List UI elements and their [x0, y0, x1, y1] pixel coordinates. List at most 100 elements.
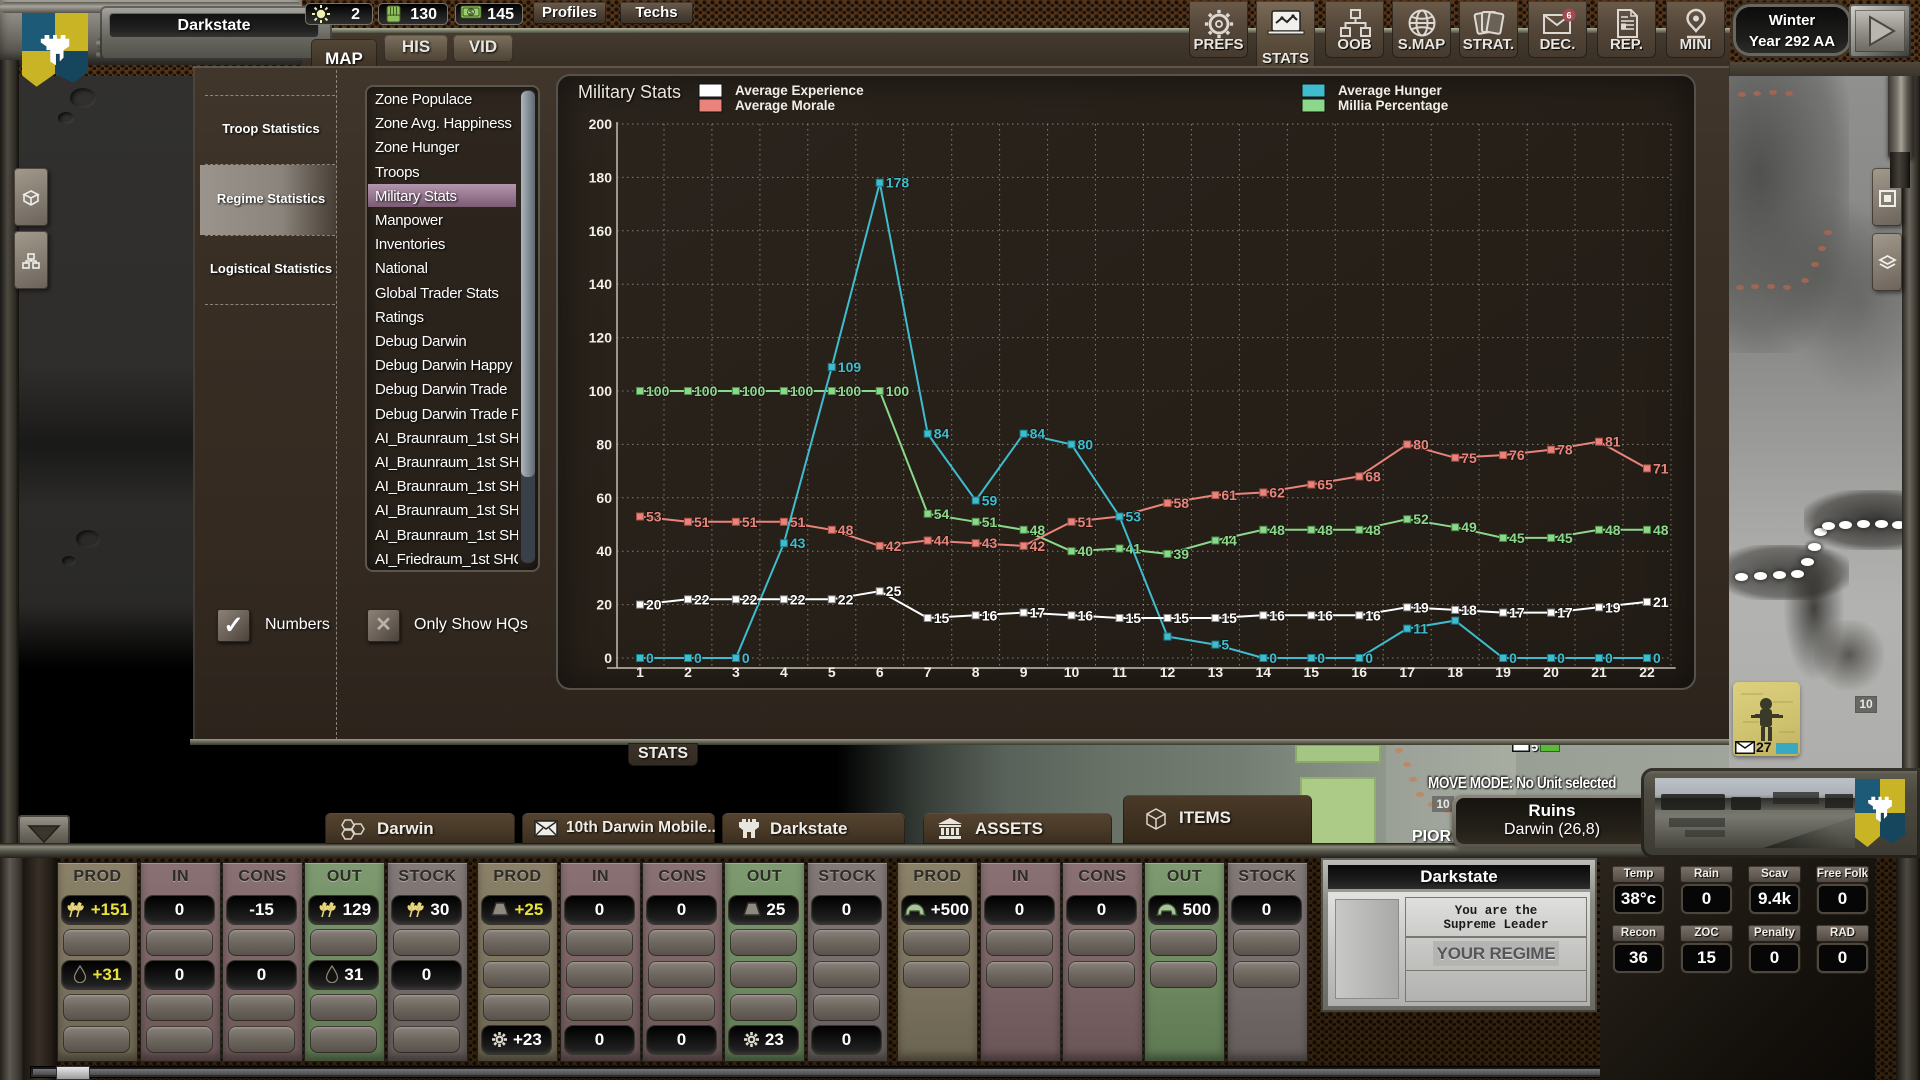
svg-text:65: 65 [1317, 477, 1333, 493]
svg-text:100: 100 [589, 383, 613, 399]
svg-text:59: 59 [982, 493, 998, 509]
svg-text:0: 0 [1365, 650, 1373, 666]
svg-text:0: 0 [1557, 650, 1565, 666]
svg-text:12: 12 [1160, 664, 1176, 680]
svg-text:6: 6 [1566, 11, 1571, 21]
svg-text:9: 9 [1020, 664, 1028, 680]
svg-text:52: 52 [1413, 511, 1429, 527]
svg-text:49: 49 [1461, 519, 1477, 535]
svg-text:45: 45 [1557, 530, 1573, 546]
svg-text:58: 58 [1174, 495, 1190, 511]
svg-text:51: 51 [1078, 514, 1094, 530]
svg-text:39: 39 [1174, 546, 1190, 562]
svg-text:120: 120 [589, 330, 613, 346]
svg-text:2: 2 [684, 664, 692, 680]
svg-text:6: 6 [876, 664, 884, 680]
svg-text:48: 48 [838, 522, 854, 538]
svg-text:16: 16 [1317, 607, 1333, 623]
svg-text:71: 71 [1653, 460, 1669, 476]
svg-text:15: 15 [1304, 664, 1320, 680]
svg-text:19: 19 [1495, 664, 1511, 680]
svg-text:0: 0 [1509, 650, 1517, 666]
svg-text:61: 61 [1221, 487, 1237, 503]
svg-text:68: 68 [1365, 468, 1381, 484]
svg-text:140: 140 [589, 276, 613, 292]
svg-text:Average Experience: Average Experience [735, 83, 864, 98]
svg-text:100: 100 [646, 383, 670, 399]
svg-text:10: 10 [1064, 664, 1080, 680]
svg-text:Average Hunger: Average Hunger [1338, 83, 1443, 98]
svg-text:20: 20 [1543, 664, 1559, 680]
svg-text:40: 40 [596, 543, 612, 559]
svg-text:44: 44 [1221, 533, 1237, 549]
svg-text:0: 0 [1653, 650, 1661, 666]
svg-text:76: 76 [1509, 447, 1525, 463]
svg-text:0: 0 [742, 650, 750, 666]
svg-text:84: 84 [1030, 426, 1046, 442]
svg-text:1: 1 [636, 664, 644, 680]
svg-text:20: 20 [596, 597, 612, 613]
svg-text:0: 0 [1269, 650, 1277, 666]
svg-text:62: 62 [1269, 485, 1285, 501]
svg-text:41: 41 [1126, 541, 1142, 557]
svg-text:14: 14 [1256, 664, 1272, 680]
svg-text:48: 48 [1653, 522, 1669, 538]
svg-text:11: 11 [1413, 621, 1428, 637]
svg-text:21: 21 [1591, 664, 1607, 680]
svg-text:100: 100 [886, 383, 910, 399]
svg-text:19: 19 [1413, 599, 1429, 615]
svg-text:48: 48 [1605, 522, 1621, 538]
svg-text:11: 11 [1112, 664, 1127, 680]
svg-text:80: 80 [596, 436, 612, 452]
svg-text:0: 0 [604, 650, 612, 666]
svg-text:15: 15 [934, 610, 950, 626]
svg-text:17: 17 [1399, 664, 1415, 680]
svg-text:53: 53 [1126, 509, 1142, 525]
svg-text:4: 4 [780, 664, 788, 680]
svg-text:15: 15 [1221, 610, 1237, 626]
svg-text:16: 16 [1078, 607, 1094, 623]
svg-text:$: $ [469, 10, 473, 17]
svg-text:7: 7 [924, 664, 932, 680]
svg-text:54: 54 [934, 506, 950, 522]
svg-text:51: 51 [694, 514, 710, 530]
svg-text:100: 100 [838, 383, 862, 399]
svg-text:53: 53 [646, 509, 662, 525]
svg-text:15: 15 [1126, 610, 1142, 626]
svg-text:42: 42 [1030, 538, 1046, 554]
svg-text:13: 13 [1208, 664, 1224, 680]
svg-text:44: 44 [934, 533, 950, 549]
svg-text:75: 75 [1461, 450, 1477, 466]
svg-text:17: 17 [1030, 605, 1046, 621]
svg-text:48: 48 [1365, 522, 1381, 538]
svg-text:80: 80 [1078, 436, 1094, 452]
svg-text:16: 16 [1351, 664, 1367, 680]
svg-text:22: 22 [790, 591, 806, 607]
svg-text:Average Morale: Average Morale [735, 98, 836, 113]
svg-text:17: 17 [1509, 605, 1525, 621]
svg-text:78: 78 [1557, 442, 1573, 458]
svg-text:0: 0 [1605, 650, 1613, 666]
svg-text:100: 100 [790, 383, 814, 399]
svg-text:5: 5 [828, 664, 836, 680]
svg-text:21: 21 [1653, 594, 1669, 610]
svg-text:22: 22 [1639, 664, 1655, 680]
svg-text:16: 16 [1269, 607, 1285, 623]
svg-text:25: 25 [886, 583, 902, 599]
svg-text:48: 48 [1269, 522, 1285, 538]
svg-text:3: 3 [732, 664, 740, 680]
svg-text:15: 15 [1174, 610, 1190, 626]
svg-text:0: 0 [646, 650, 654, 666]
svg-text:45: 45 [1509, 530, 1525, 546]
svg-text:22: 22 [694, 591, 710, 607]
svg-text:Military Stats: Military Stats [578, 82, 681, 102]
svg-text:51: 51 [982, 514, 998, 530]
svg-text:200: 200 [589, 116, 613, 132]
svg-text:16: 16 [1365, 607, 1381, 623]
svg-text:109: 109 [838, 359, 862, 375]
svg-text:Millia Percentage: Millia Percentage [1338, 98, 1449, 113]
svg-text:80: 80 [1413, 436, 1429, 452]
svg-text:40: 40 [1078, 543, 1094, 559]
svg-text:43: 43 [790, 535, 806, 551]
svg-text:84: 84 [934, 426, 950, 442]
